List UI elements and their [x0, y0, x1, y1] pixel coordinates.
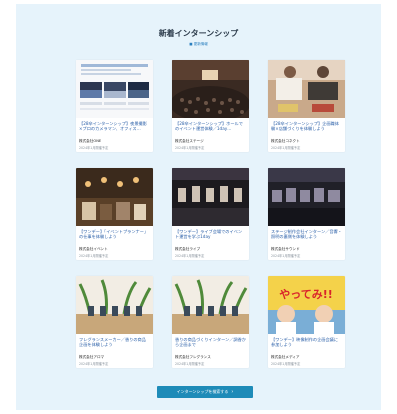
card-title[interactable]: 【28卒インターンシップ】ホールでのイベント運営体験／1day… — [175, 121, 246, 137]
internship-card[interactable]: やってみ!! 【ワンデー】映像制作の企画会議に参加しよう 株式会社メディア 20… — [268, 276, 345, 368]
internship-card[interactable]: 【ワンデー】「イベントプランナー」の仕事を体験しよう 株式会社イベント 2024… — [76, 168, 153, 260]
card-title[interactable]: フレグランスメーカー／香りの商品企画を体験しよう — [79, 337, 150, 353]
internship-card[interactable]: 【28卒インターンシップ】夜景撮影×プロのカメラマン、オフィス… 株式会社ONE… — [76, 60, 153, 152]
card-company: 株式会社コネクト — [271, 139, 300, 143]
page: 新着インターンシップ ■ 更新情報 【28卒インターンシップ】夜景撮影×プロのカ… — [16, 4, 381, 410]
card-thumbnail — [76, 60, 153, 118]
card-date: 2024年1月開催予定 — [175, 362, 205, 366]
card-company: 株式会社アロマ — [79, 355, 105, 359]
card-title[interactable]: 【28卒インターンシップ】企画職体験×店舗づくりを体験しよう — [271, 121, 342, 137]
card-company: 株式会社ステージ — [175, 139, 204, 143]
section-subtitle: ■ 更新情報 — [189, 42, 208, 46]
internship-card[interactable]: フレグランスメーカー／香りの商品企画を体験しよう 株式会社アロマ 2024年1月… — [76, 276, 153, 368]
card-thumbnail — [76, 168, 153, 226]
card-title[interactable]: 【ワンデー】映像制作の企画会議に参加しよう — [271, 337, 342, 353]
card-title[interactable]: 【ワンデー】ライブ会場でのイベント運営を学ぶ1day — [175, 229, 246, 245]
card-thumbnail — [172, 168, 249, 226]
search-internships-button[interactable]: インターンシップを検索する › — [157, 386, 253, 398]
card-date: 2024年1月開催予定 — [175, 254, 205, 258]
card-date: 2024年1月開催予定 — [175, 146, 205, 150]
internship-card[interactable]: 【28卒インターンシップ】ホールでのイベント運営体験／1day… 株式会社ステー… — [172, 60, 249, 152]
card-company: 株式会社サウンド — [271, 247, 300, 251]
card-date: 2024年1月開催予定 — [79, 362, 109, 366]
internship-card[interactable]: ステージ制作会社インターン／音響・照明の裏側を体験しよう 株式会社サウンド 20… — [268, 168, 345, 260]
card-company: 株式会社メディア — [271, 355, 300, 359]
internship-card[interactable]: 【28卒インターンシップ】企画職体験×店舗づくりを体験しよう 株式会社コネクト … — [268, 60, 345, 152]
card-title[interactable]: 【ワンデー】「イベントプランナー」の仕事を体験しよう — [79, 229, 150, 245]
card-thumbnail — [76, 276, 153, 334]
card-title[interactable]: 香りの商品づくりインターン／調香から企画まで — [175, 337, 246, 353]
internship-card[interactable]: 香りの商品づくりインターン／調香から企画まで 株式会社フレグランス 2024年1… — [172, 276, 249, 368]
internship-card[interactable]: 【ワンデー】ライブ会場でのイベント運営を学ぶ1day 株式会社ライブ 2024年… — [172, 168, 249, 260]
card-title[interactable]: 【28卒インターンシップ】夜景撮影×プロのカメラマン、オフィス… — [79, 121, 150, 137]
card-thumbnail — [268, 60, 345, 118]
card-company: 株式会社ライブ — [175, 247, 201, 251]
card-date: 2024年1月開催予定 — [79, 254, 109, 258]
card-company: 株式会社イベント — [79, 247, 108, 251]
search-internships-label: インターンシップを検索する — [176, 389, 229, 394]
section-title: 新着インターンシップ — [158, 29, 239, 38]
thumb-caption: やってみ!! — [279, 288, 332, 301]
card-thumbnail — [172, 60, 249, 118]
card-thumbnail — [172, 276, 249, 334]
card-date: 2024年1月開催予定 — [271, 362, 301, 366]
card-company: 株式会社ONE — [79, 139, 102, 143]
card-date: 2024年1月開催予定 — [271, 146, 301, 150]
card-date: 2024年1月開催予定 — [79, 146, 109, 150]
card-company: 株式会社フレグランス — [175, 355, 211, 359]
card-thumbnail — [268, 168, 345, 226]
card-title[interactable]: ステージ制作会社インターン／音響・照明の裏側を体験しよう — [271, 229, 342, 245]
chevron-right-icon: › — [231, 389, 234, 395]
card-thumbnail: やってみ!! — [268, 276, 345, 334]
card-date: 2024年1月開催予定 — [271, 254, 301, 258]
